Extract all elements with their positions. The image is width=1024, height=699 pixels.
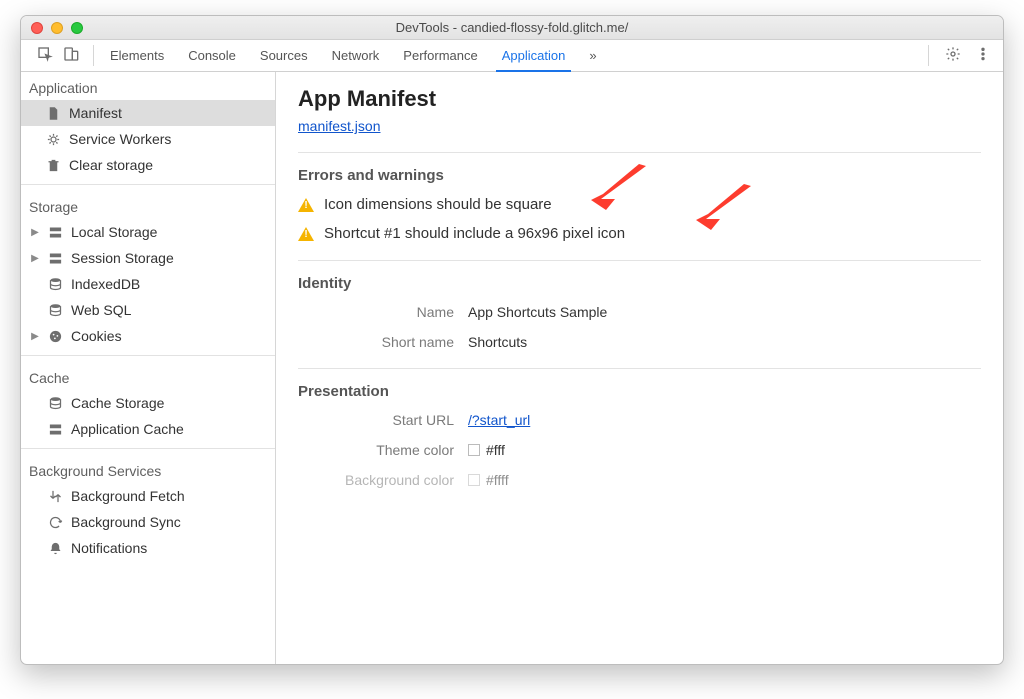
field-label-theme-color: Theme color <box>298 442 468 458</box>
sidebar-item-label: Application Cache <box>71 421 184 437</box>
warning-text: Shortcut #1 should include a 96x96 pixel… <box>324 225 625 242</box>
window-title: DevTools - candied-flossy-fold.glitch.me… <box>21 20 1003 35</box>
sidebar-item-background-sync[interactable]: Background Sync <box>21 509 275 535</box>
sidebar-item-label: Service Workers <box>69 131 171 147</box>
warning-icon <box>298 227 314 241</box>
sidebar-item-label: Background Sync <box>71 514 181 530</box>
sidebar-item-label: Web SQL <box>71 302 131 318</box>
sidebar-item-label: Cache Storage <box>71 395 164 411</box>
page-title: App Manifest <box>298 86 981 112</box>
manifest-link[interactable]: manifest.json <box>298 118 380 134</box>
sidebar-item-session-storage[interactable]: ▶ Session Storage <box>21 245 275 271</box>
settings-icon[interactable] <box>945 46 961 65</box>
sidebar-item-web-sql[interactable]: Web SQL <box>21 297 275 323</box>
field-value-bg-color: #ffff <box>486 472 509 488</box>
tab-performance[interactable]: Performance <box>391 40 489 71</box>
window-titlebar: DevTools - candied-flossy-fold.glitch.me… <box>21 16 1003 40</box>
devtools-toolbar: Elements Console Sources Network Perform… <box>21 40 1003 72</box>
sidebar-group-application: Application <box>21 72 275 100</box>
sidebar-item-label: Notifications <box>71 540 147 556</box>
field-value-start-url[interactable]: /?start_url <box>468 412 530 428</box>
application-sidebar: Application Manifest Service Workers Cle… <box>21 72 276 664</box>
warning-icon <box>298 198 314 212</box>
sidebar-item-background-fetch[interactable]: Background Fetch <box>21 483 275 509</box>
inspect-icon[interactable] <box>37 46 53 65</box>
grid-icon <box>47 250 63 266</box>
field-label-short-name: Short name <box>298 334 468 350</box>
file-icon <box>45 105 61 121</box>
disclosure-triangle-icon[interactable]: ▶ <box>31 331 39 342</box>
sidebar-item-clear-storage[interactable]: Clear storage <box>21 152 275 178</box>
sidebar-item-notifications[interactable]: Notifications <box>21 535 275 561</box>
sidebar-item-label: Session Storage <box>71 250 174 266</box>
field-value-theme-color: #fff <box>486 442 505 458</box>
sidebar-group-background-services: Background Services <box>21 455 275 483</box>
tab-elements[interactable]: Elements <box>98 40 176 71</box>
sidebar-item-label: Clear storage <box>69 157 153 173</box>
trash-icon <box>45 157 61 173</box>
grid-icon <box>47 421 63 437</box>
tab-network[interactable]: Network <box>320 40 392 71</box>
sidebar-group-storage: Storage <box>21 191 275 219</box>
device-toggle-icon[interactable] <box>63 46 79 65</box>
warning-row: Icon dimensions should be square <box>298 196 981 213</box>
database-icon <box>47 276 63 292</box>
section-identity-title: Identity <box>298 275 981 292</box>
warning-row: Shortcut #1 should include a 96x96 pixel… <box>298 225 981 242</box>
sidebar-item-label: Manifest <box>69 105 122 121</box>
section-presentation-title: Presentation <box>298 383 981 400</box>
field-value-short-name: Shortcuts <box>468 334 527 350</box>
disclosure-triangle-icon[interactable]: ▶ <box>31 253 39 264</box>
sidebar-item-indexeddb[interactable]: IndexedDB <box>21 271 275 297</box>
warning-text: Icon dimensions should be square <box>324 196 552 213</box>
tabs-overflow-button[interactable]: » <box>577 40 608 71</box>
sidebar-item-label: Local Storage <box>71 224 157 240</box>
swap-icon <box>47 488 63 504</box>
database-icon <box>47 395 63 411</box>
sidebar-item-label: IndexedDB <box>71 276 140 292</box>
sidebar-item-service-workers[interactable]: Service Workers <box>21 126 275 152</box>
color-swatch <box>468 444 480 456</box>
disclosure-triangle-icon[interactable]: ▶ <box>31 227 39 238</box>
color-swatch <box>468 474 480 486</box>
kebab-menu-icon[interactable] <box>975 46 991 65</box>
sidebar-item-manifest[interactable]: Manifest <box>21 100 275 126</box>
gear-icon <box>45 131 61 147</box>
tab-sources[interactable]: Sources <box>248 40 320 71</box>
cookie-icon <box>47 328 63 344</box>
field-label-name: Name <box>298 304 468 320</box>
sidebar-item-cookies[interactable]: ▶ Cookies <box>21 323 275 349</box>
grid-icon <box>47 224 63 240</box>
tab-console[interactable]: Console <box>176 40 248 71</box>
sync-icon <box>47 514 63 530</box>
sidebar-item-application-cache[interactable]: Application Cache <box>21 416 275 442</box>
manifest-panel: App Manifest manifest.json Errors and wa… <box>276 72 1003 664</box>
section-errors-title: Errors and warnings <box>298 167 981 184</box>
sidebar-item-label: Background Fetch <box>71 488 185 504</box>
field-label-start-url: Start URL <box>298 412 468 428</box>
field-label-bg-color: Background color <box>298 472 468 488</box>
field-value-name: App Shortcuts Sample <box>468 304 607 320</box>
sidebar-item-label: Cookies <box>71 328 122 344</box>
sidebar-item-local-storage[interactable]: ▶ Local Storage <box>21 219 275 245</box>
tab-application[interactable]: Application <box>490 40 578 71</box>
sidebar-item-cache-storage[interactable]: Cache Storage <box>21 390 275 416</box>
database-icon <box>47 302 63 318</box>
bell-icon <box>47 540 63 556</box>
sidebar-group-cache: Cache <box>21 362 275 390</box>
